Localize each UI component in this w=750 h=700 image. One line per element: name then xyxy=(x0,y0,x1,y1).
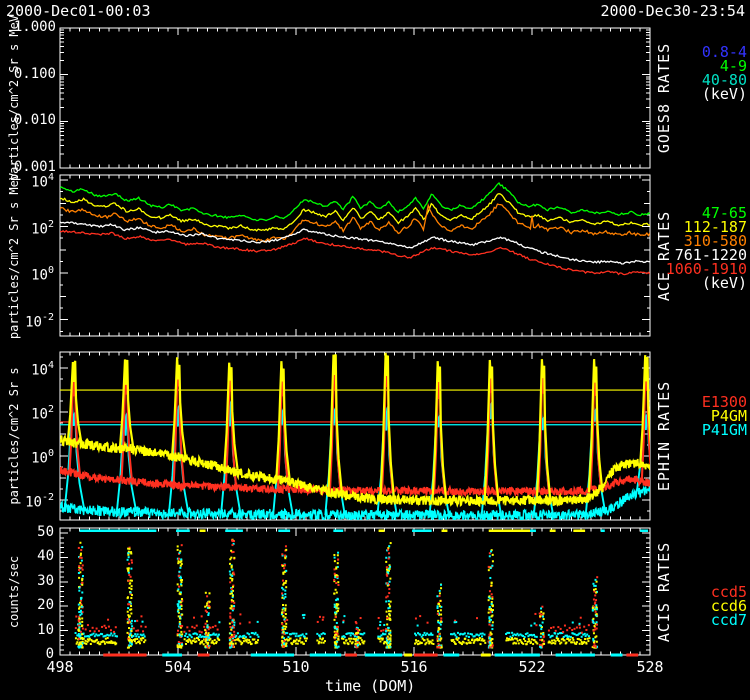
acis-bottom-dash-2 xyxy=(198,654,210,657)
x-tick-label-498: 498 xyxy=(30,659,90,675)
acis-top-dash-7 xyxy=(412,530,432,533)
spikes-ephin-p4gm xyxy=(68,353,654,501)
ticks-goes8 xyxy=(60,28,650,168)
x-tick-label-522: 522 xyxy=(502,659,562,675)
acis-bottom-dash-12 xyxy=(556,654,595,657)
x-axis-title: time (DOM) xyxy=(325,678,385,694)
acis-top-dash-13 xyxy=(601,530,605,533)
legend-goes8-kev: (keV) xyxy=(702,87,747,102)
legend-ephin-p41gm: P41GM xyxy=(702,423,747,438)
legend-acis-ccd7: ccd7 xyxy=(711,613,747,628)
acis-top-dash-8 xyxy=(442,530,448,533)
acis-bottom-dash-0 xyxy=(103,654,146,657)
acis-bottom-dash-7 xyxy=(404,654,412,657)
acis-top-dash-3 xyxy=(225,530,243,533)
x-tick-label-528: 528 xyxy=(620,659,680,675)
baseline-ephin-e1300 xyxy=(60,467,650,495)
acis-bottom-dash-8 xyxy=(414,654,438,657)
spikes-ephin-e1300 xyxy=(69,364,652,492)
plot-canvas xyxy=(0,0,750,700)
acis-bottom-dash-13 xyxy=(611,654,623,657)
x-tick-label-510: 510 xyxy=(266,659,326,675)
acis-bottom-dash-3 xyxy=(251,654,294,657)
acis-bottom-dash-5 xyxy=(345,654,357,657)
acis-bottom-dash-6 xyxy=(365,654,402,657)
acis-bottom-dash-9 xyxy=(444,654,460,657)
scatter-acis xyxy=(75,539,599,649)
acis-top-dash-9 xyxy=(489,530,530,533)
acis-bottom-dash-1 xyxy=(162,654,182,657)
acis-top-dash-5 xyxy=(333,530,343,533)
trace-ace-1060-1910 xyxy=(60,231,650,275)
acis-bottom-dash-10 xyxy=(481,654,491,657)
y-tick-label-acis-50: 50 xyxy=(0,524,54,540)
acis-top-dash-11 xyxy=(550,530,556,533)
acis-bottom-dash-11 xyxy=(495,654,540,657)
acis-top-dash-1 xyxy=(176,530,190,533)
acis-top-dash-10 xyxy=(530,530,536,533)
acis-top-dash-14 xyxy=(640,530,648,533)
x-tick-label-516: 516 xyxy=(384,659,444,675)
acis-bottom-dash-14 xyxy=(626,654,638,657)
panel-frame-goes8 xyxy=(60,28,650,168)
radiation-monitor-plot: 2000-Dec01-00:03 2000-Dec30-23:54 1.0000… xyxy=(0,0,750,700)
acis-top-dash-4 xyxy=(278,530,290,533)
legend-ace-kev: (keV) xyxy=(702,276,747,291)
acis-top-dash-2 xyxy=(200,530,206,533)
trace-ace-761-1220 xyxy=(60,222,650,264)
baseline-ephin-p4gm xyxy=(60,435,650,506)
acis-top-dash-6 xyxy=(379,530,385,533)
acis-top-dash-0 xyxy=(80,530,157,533)
x-tick-label-504: 504 xyxy=(148,659,208,675)
acis-top-dash-12 xyxy=(573,530,585,533)
acis-bottom-dash-4 xyxy=(310,654,341,657)
